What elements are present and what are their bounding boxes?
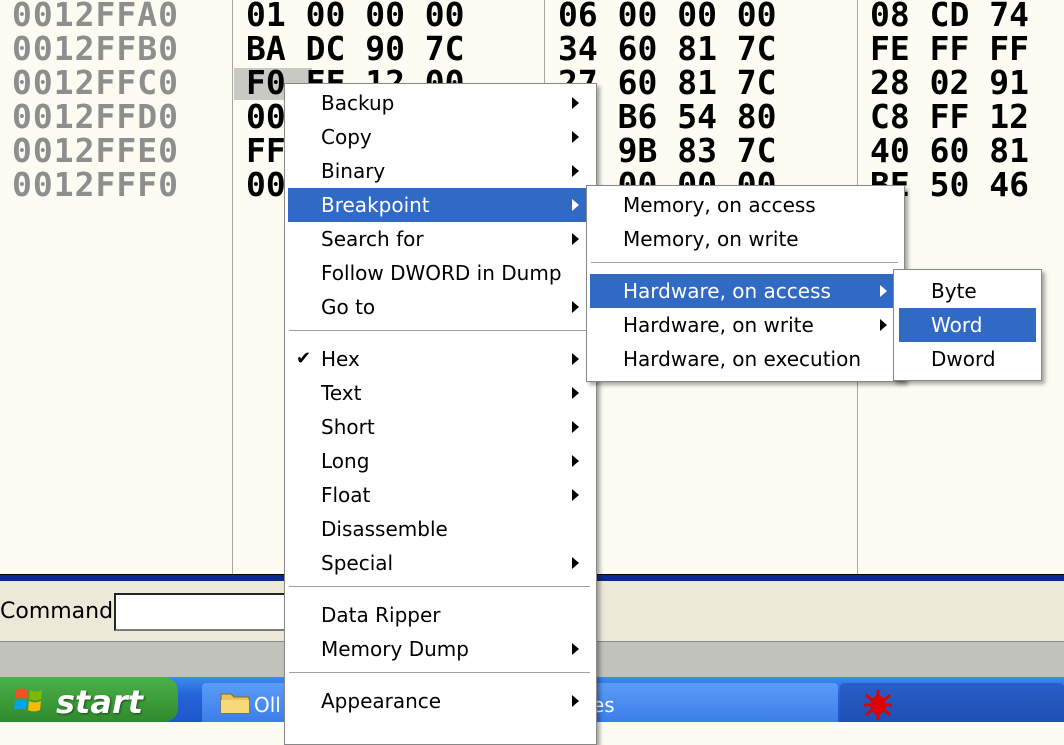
- menu-item-label: Hex: [321, 347, 360, 371]
- submenu-arrow-icon: [572, 387, 579, 399]
- dump-hex-group[interactable]: 40 60 81: [870, 134, 1029, 168]
- submenu-arrow-icon: [572, 489, 579, 501]
- menu-item-go-to[interactable]: Go to: [288, 290, 593, 324]
- dump-address: 0012FFE0: [12, 131, 179, 170]
- menu-item-memory-dump[interactable]: Memory Dump: [288, 632, 593, 666]
- menu-item-memory-on-access[interactable]: Memory, on access: [590, 188, 901, 222]
- submenu-arrow-icon: [572, 199, 579, 211]
- menu-item-dword[interactable]: Dword: [899, 342, 1036, 376]
- dump-hex-group[interactable]: BA DC 90 7C: [246, 32, 465, 66]
- submenu-arrow-icon: [572, 301, 579, 313]
- menu-item-special[interactable]: Special: [288, 546, 593, 580]
- submenu-arrow-icon: [880, 285, 887, 297]
- menu-item-label: Long: [321, 449, 370, 473]
- command-label: Command: [0, 599, 114, 624]
- menu-item-label: Hardware, on access: [623, 279, 831, 303]
- dump-address: 0012FFD0: [12, 97, 179, 136]
- menu-item-memory-on-write[interactable]: Memory, on write: [590, 222, 901, 256]
- submenu-arrow-icon: [572, 353, 579, 365]
- menu-item-binary[interactable]: Binary: [288, 154, 593, 188]
- menu-item-label: Backup: [321, 91, 395, 115]
- dump-hex-group[interactable]: 08 CD 74: [870, 0, 1029, 32]
- menu-item-text[interactable]: Text: [288, 376, 593, 410]
- menu-item-label: Hardware, on write: [623, 313, 814, 337]
- menu-item-follow-dword[interactable]: Follow DWORD in Dump: [288, 256, 593, 290]
- submenu-arrow-icon: [880, 319, 887, 331]
- menu-item-label: Memory, on write: [623, 227, 799, 251]
- submenu-arrow-icon: [572, 455, 579, 467]
- context-menu: Backup Copy Binary Breakpoint Search for…: [284, 83, 597, 745]
- menu-separator: [289, 330, 590, 334]
- menu-item-label: Text: [321, 381, 362, 405]
- menu-item-backup[interactable]: Backup: [288, 86, 593, 120]
- menu-item-copy[interactable]: Copy: [288, 120, 593, 154]
- dump-hex-group[interactable]: FE FF FF: [870, 32, 1029, 66]
- submenu-arrow-icon: [572, 131, 579, 143]
- menu-item-label: Special: [321, 551, 394, 575]
- checkmark-icon: ✔: [296, 348, 312, 369]
- submenu-arrow-icon: [572, 557, 579, 569]
- start-label: start: [56, 683, 144, 721]
- dump-hex-group[interactable]: 28 02 91: [870, 66, 1029, 100]
- submenu-arrow-icon: [572, 695, 579, 707]
- menu-item-label: Dword: [931, 347, 996, 371]
- dump-hex-group[interactable]: 06 00 00 00: [558, 0, 777, 32]
- folder-icon: [220, 693, 250, 714]
- submenu-arrow-icon: [572, 421, 579, 433]
- dump-address: 0012FFC0: [12, 63, 179, 102]
- windows-logo-icon: [14, 688, 42, 712]
- dump-address: 0012FFB0: [12, 29, 179, 68]
- menu-item-search-for[interactable]: Search for: [288, 222, 593, 256]
- menu-item-label: Copy: [321, 125, 372, 149]
- menu-item-label: Byte: [931, 279, 977, 303]
- menu-item-data-ripper[interactable]: Data Ripper: [288, 598, 593, 632]
- submenu-arrow-icon: [572, 97, 579, 109]
- menu-item-label: Word: [931, 313, 983, 337]
- menu-item-label: Short: [321, 415, 375, 439]
- menu-item-label: Disassemble: [321, 517, 448, 541]
- menu-item-label: Binary: [321, 159, 386, 183]
- start-button[interactable]: start: [0, 677, 178, 722]
- menu-item-hardware-on-write[interactable]: Hardware, on write: [590, 308, 901, 342]
- menu-item-word[interactable]: Word: [899, 308, 1036, 342]
- menu-item-label: Data Ripper: [321, 603, 441, 627]
- dump-hex-group[interactable]: C8 FF 12: [870, 100, 1029, 134]
- menu-item-label: Float: [321, 483, 371, 507]
- breakpoint-submenu: Memory, on access Memory, on write Hardw…: [586, 185, 905, 382]
- hardware-access-submenu: Byte Word Dword: [893, 269, 1042, 381]
- dump-hex-group[interactable]: 34 60 81 7C: [558, 32, 777, 66]
- menu-item-disassemble[interactable]: Disassemble: [288, 512, 593, 546]
- dump-hex-group[interactable]: 01 00 00 00: [246, 0, 465, 32]
- ollydbg-bug-icon: [864, 690, 892, 720]
- menu-item-hardware-on-access[interactable]: Hardware, on access: [590, 274, 901, 308]
- menu-separator: [591, 262, 898, 266]
- menu-item-label: Search for: [321, 227, 424, 251]
- menu-item-label: Memory Dump: [321, 637, 469, 661]
- taskbar-button-active[interactable]: [840, 683, 1064, 722]
- menu-item-short[interactable]: Short: [288, 410, 593, 444]
- menu-separator: [289, 586, 590, 590]
- menu-item-hex[interactable]: ✔ Hex: [288, 342, 593, 376]
- menu-item-long[interactable]: Long: [288, 444, 593, 478]
- menu-item-float[interactable]: Float: [288, 478, 593, 512]
- dump-address: 0012FFF0: [12, 165, 179, 204]
- menu-item-hardware-on-execution[interactable]: Hardware, on execution: [590, 342, 901, 376]
- menu-item-label: Hardware, on execution: [623, 347, 862, 371]
- submenu-arrow-icon: [572, 233, 579, 245]
- dump-row[interactable]: 0012FFB0 BA DC 90 7C 34 60 81 7C FE FF F…: [0, 32, 1064, 66]
- submenu-arrow-icon: [572, 165, 579, 177]
- menu-item-byte[interactable]: Byte: [899, 274, 1036, 308]
- menu-item-label: Follow DWORD in Dump: [321, 261, 562, 285]
- menu-item-label: Breakpoint: [321, 193, 430, 217]
- dump-row[interactable]: 0012FFA0 01 00 00 00 06 00 00 00 08 CD 7…: [0, 0, 1064, 32]
- taskbar-button-label: Oll: [254, 693, 281, 717]
- menu-item-label: Appearance: [321, 689, 442, 713]
- menu-item-appearance[interactable]: Appearance: [288, 684, 593, 718]
- dump-address: 0012FFA0: [12, 0, 179, 34]
- menu-item-label: Go to: [321, 295, 376, 319]
- menu-item-breakpoint[interactable]: Breakpoint: [288, 188, 593, 222]
- menu-separator: [289, 672, 590, 676]
- submenu-arrow-icon: [572, 643, 579, 655]
- menu-item-label: Memory, on access: [623, 193, 816, 217]
